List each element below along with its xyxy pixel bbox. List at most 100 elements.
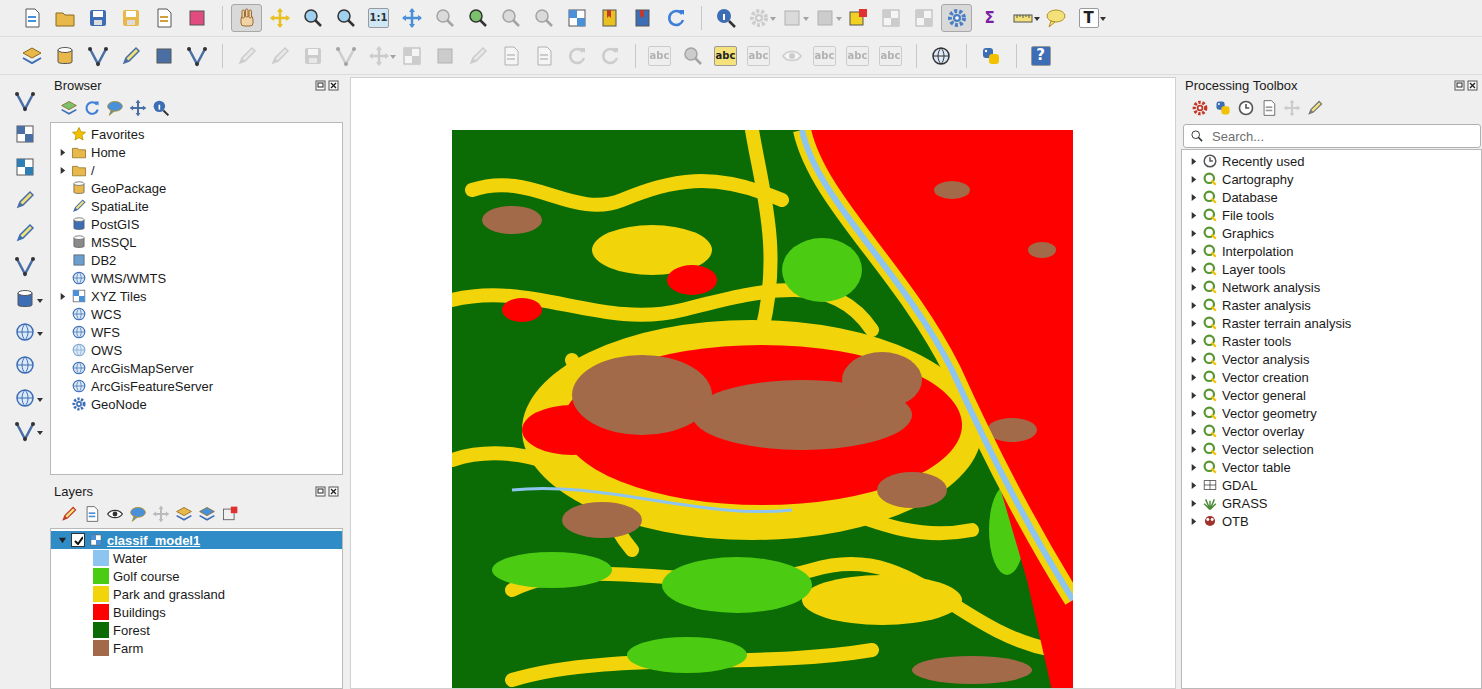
toolbar-button[interactable] — [396, 4, 427, 32]
layer-toolbar-button[interactable] — [10, 419, 40, 443]
toolbar-button[interactable] — [264, 4, 295, 32]
browser-item[interactable]: GeoPackage — [51, 179, 342, 197]
browser-item[interactable]: WFS — [51, 323, 342, 341]
toolbar-button[interactable]: 1:1 — [363, 4, 394, 32]
search-input[interactable] — [1210, 128, 1474, 145]
toolbox-search[interactable] — [1183, 124, 1481, 148]
expander-icon[interactable] — [1189, 445, 1198, 454]
results-icon[interactable] — [1260, 99, 1278, 117]
expander-icon[interactable] — [1189, 391, 1198, 400]
toolbar-button[interactable] — [1040, 4, 1071, 32]
toolbar-button[interactable] — [776, 42, 807, 70]
edit-features-icon[interactable] — [1283, 99, 1301, 117]
dropdown-arrow-icon[interactable] — [1034, 17, 1040, 21]
toolbar-button[interactable]: abc — [875, 42, 906, 70]
toolbar-button[interactable] — [330, 4, 361, 32]
expander[interactable] — [57, 291, 67, 301]
expander-icon[interactable] — [58, 148, 67, 157]
toolbar-button[interactable]: abc — [842, 42, 873, 70]
toolbox-group[interactable]: Layer tools — [1182, 260, 1481, 278]
toolbar-button[interactable] — [49, 4, 80, 32]
toolbar-button[interactable] — [925, 42, 956, 70]
toolbox-group[interactable]: Cartography — [1182, 170, 1481, 188]
expander-icon[interactable] — [1189, 427, 1198, 436]
expander-icon[interactable] — [1189, 157, 1198, 166]
toolbar-button[interactable]: abc — [644, 42, 675, 70]
expander[interactable] — [1188, 498, 1198, 508]
options-icon[interactable] — [1306, 99, 1324, 117]
toolbar-button[interactable] — [462, 42, 493, 70]
expander[interactable] — [1188, 480, 1198, 490]
filter-expression-icon[interactable] — [152, 505, 170, 523]
refresh-icon[interactable] — [83, 99, 101, 117]
browser-item[interactable]: Favorites — [51, 125, 342, 143]
layer-toolbar-button[interactable] — [10, 188, 40, 212]
layer-checkbox[interactable] — [71, 533, 85, 547]
browser-item[interactable]: SpatiaLite — [51, 197, 342, 215]
toolbar-button[interactable] — [231, 42, 262, 70]
toolbar-button[interactable] — [561, 42, 592, 70]
browser-item[interactable]: DB2 — [51, 251, 342, 269]
remove-layer-icon[interactable] — [221, 505, 239, 523]
toolbar-button[interactable]: ? — [1025, 42, 1056, 70]
layer-toolbar-button[interactable] — [10, 287, 40, 311]
toolbar-button[interactable] — [941, 4, 972, 32]
expander-icon[interactable] — [1189, 319, 1198, 328]
browser-item[interactable]: WMS/WMTS — [51, 269, 342, 287]
toolbox-group[interactable]: GRASS — [1182, 494, 1481, 512]
dropdown-arrow-icon[interactable] — [37, 398, 43, 402]
expander[interactable] — [1188, 444, 1198, 454]
toolbar-button[interactable] — [181, 42, 212, 70]
toolbar-button[interactable] — [115, 4, 146, 32]
dropdown-arrow-icon[interactable] — [1100, 17, 1106, 21]
layer-toolbar-button[interactable] — [10, 353, 40, 377]
browser-item[interactable]: MSSQL — [51, 233, 342, 251]
toolbar-button[interactable] — [528, 4, 559, 32]
expander[interactable] — [1188, 372, 1198, 382]
toolbar-button[interactable] — [842, 4, 873, 32]
toolbar-button[interactable] — [495, 4, 526, 32]
toolbar-button[interactable] — [1007, 4, 1038, 32]
expander[interactable] — [1188, 282, 1198, 292]
classified-raster-map[interactable] — [452, 130, 1073, 689]
float-icon[interactable] — [315, 486, 326, 497]
toolbar-button[interactable]: T — [1073, 4, 1104, 32]
dropdown-arrow-icon[interactable] — [37, 332, 43, 336]
toolbox-group[interactable]: Database — [1182, 188, 1481, 206]
expander-icon[interactable] — [58, 166, 67, 175]
expander[interactable] — [1188, 300, 1198, 310]
toolbox-group[interactable]: OTB — [1182, 512, 1481, 530]
layer-toolbar-button[interactable] — [10, 155, 40, 179]
expander[interactable] — [1188, 246, 1198, 256]
map-canvas[interactable] — [350, 77, 1176, 689]
toolbar-button[interactable] — [181, 4, 212, 32]
browser-item[interactable]: GeoNode — [51, 395, 342, 413]
expander-icon[interactable] — [1189, 409, 1198, 418]
layer-toolbar-button[interactable] — [10, 221, 40, 245]
expander-icon[interactable] — [1189, 337, 1198, 346]
expander-icon[interactable] — [1189, 373, 1198, 382]
toolbar-button[interactable] — [743, 4, 774, 32]
properties-icon[interactable] — [152, 99, 170, 117]
toolbar-button[interactable] — [776, 4, 807, 32]
toolbar-button[interactable]: Σ — [974, 4, 1005, 32]
toolbar-button[interactable] — [429, 42, 460, 70]
toolbar-button[interactable] — [594, 42, 625, 70]
expander[interactable] — [1188, 390, 1198, 400]
expander[interactable] — [1188, 408, 1198, 418]
expander[interactable] — [57, 535, 67, 545]
toolbar-button[interactable] — [528, 42, 559, 70]
toolbar-button[interactable] — [297, 4, 328, 32]
expander-icon[interactable] — [1189, 229, 1198, 238]
expander[interactable] — [57, 147, 67, 157]
dropdown-arrow-icon[interactable] — [803, 17, 809, 21]
dropdown-arrow-icon[interactable] — [836, 17, 842, 21]
toolbar-button[interactable] — [363, 42, 394, 70]
toolbar-button[interactable] — [16, 4, 47, 32]
expander[interactable] — [1188, 192, 1198, 202]
layer-styling-icon[interactable] — [60, 505, 78, 523]
expander-icon[interactable] — [1189, 463, 1198, 472]
layer-toolbar-button[interactable] — [10, 386, 40, 410]
toolbar-button[interactable] — [396, 42, 427, 70]
visibility-icon[interactable] — [106, 505, 124, 523]
